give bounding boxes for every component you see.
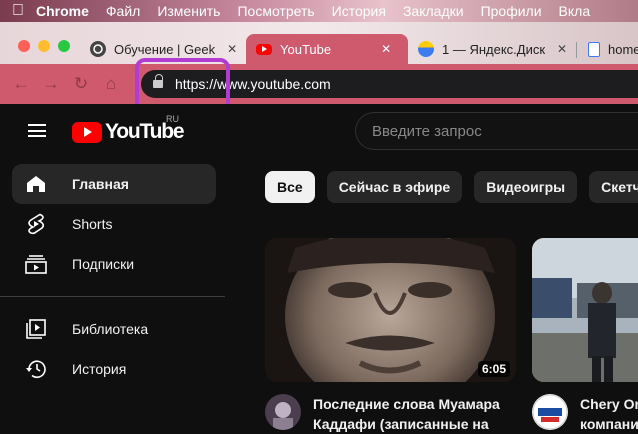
shorts-icon xyxy=(24,212,48,236)
sidebar-item-label: Библиотека xyxy=(72,321,149,337)
chip-live[interactable]: Сейчас в эфире xyxy=(326,171,463,203)
menu-file[interactable]: Файл xyxy=(106,3,140,19)
channel-avatar[interactable] xyxy=(532,394,568,430)
menu-profiles[interactable]: Профили xyxy=(481,3,542,19)
channel-avatar[interactable] xyxy=(265,394,301,430)
sidebar-item-label: История xyxy=(72,361,127,377)
sidebar: Главная Shorts Подписки Библиотека Истор… xyxy=(0,164,225,389)
sidebar-divider xyxy=(0,296,225,297)
close-tab-icon[interactable]: ✕ xyxy=(381,42,391,56)
sidebar-item-home[interactable]: Главная xyxy=(12,164,216,204)
search-input[interactable]: Введите запрос xyxy=(355,112,638,150)
video-thumbnail[interactable] xyxy=(532,238,638,382)
home-icon xyxy=(24,172,48,196)
sidebar-item-label: Подписки xyxy=(72,256,135,272)
tab-youtube[interactable]: YouTube ✕ xyxy=(246,34,408,64)
tab-label: Обучение | Geek xyxy=(114,41,216,57)
macos-menubar:  Chrome Файл Изменить Посмотреть Истори… xyxy=(0,0,638,22)
home-browser-icon[interactable]: ⌂ xyxy=(96,74,126,94)
minimize-window-button[interactable] xyxy=(38,40,50,52)
subscriptions-icon xyxy=(24,252,48,276)
yandex-disk-icon xyxy=(418,41,434,57)
tab-home[interactable]: home xyxy=(578,34,638,64)
tab-strip: Обучение | Geek ✕ YouTube ✕ 1 — Яндекс.Д… xyxy=(0,22,638,64)
reload-icon[interactable]: ↻ xyxy=(66,74,96,94)
country-code: RU xyxy=(166,114,179,124)
close-tab-icon[interactable]: ✕ xyxy=(557,42,567,56)
openai-icon xyxy=(90,41,106,57)
chip-all[interactable]: Все xyxy=(265,171,315,203)
tab-label: YouTube xyxy=(280,41,332,57)
menu-chrome[interactable]: Chrome xyxy=(36,3,89,19)
menu-tabs[interactable]: Вкла xyxy=(559,3,591,19)
maximize-window-button[interactable] xyxy=(58,40,70,52)
apple-icon[interactable]:  xyxy=(0,2,36,20)
tab-yandex-disk[interactable]: 1 — Яндекс.Диск ✕ xyxy=(408,34,576,64)
browser-toolbar: ← → ↻ ⌂ https://www.youtube.com xyxy=(0,64,638,104)
sidebar-item-history[interactable]: История xyxy=(12,349,216,389)
menu-edit[interactable]: Изменить xyxy=(157,3,220,19)
video-title[interactable]: Chery Om компании xyxy=(580,394,638,434)
video-duration: 6:05 xyxy=(477,361,510,377)
youtube-page: YouTube RU Введите запрос Главная Shorts… xyxy=(0,104,638,432)
traffic-lights xyxy=(18,40,70,52)
youtube-play-icon xyxy=(72,121,102,143)
sidebar-item-shorts[interactable]: Shorts xyxy=(12,204,216,244)
sidebar-item-subscriptions[interactable]: Подписки xyxy=(12,244,216,284)
youtube-icon xyxy=(256,43,272,55)
close-window-button[interactable] xyxy=(18,40,30,52)
library-icon xyxy=(24,317,48,341)
youtube-logo[interactable]: YouTube RU xyxy=(72,114,185,144)
tab-label: home xyxy=(608,41,638,57)
chip-bar: Все Сейчас в эфире Видеоигры Скетч-ш xyxy=(265,164,638,210)
sidebar-item-label: Shorts xyxy=(72,216,113,232)
forward-icon[interactable]: → xyxy=(36,74,66,94)
sidebar-item-label: Главная xyxy=(72,176,129,192)
video-title[interactable]: Последние слова Муамара Каддафи (записан… xyxy=(313,394,523,434)
url-host: www.youtube.com xyxy=(217,76,331,92)
chip-gaming[interactable]: Видеоигры xyxy=(474,171,578,203)
close-tab-icon[interactable]: ✕ xyxy=(227,42,237,56)
menu-icon[interactable] xyxy=(28,124,46,137)
menu-view[interactable]: Посмотреть xyxy=(237,3,314,19)
back-icon[interactable]: ← xyxy=(6,74,36,94)
menu-history[interactable]: История xyxy=(332,3,386,19)
sidebar-item-library[interactable]: Библиотека xyxy=(12,309,216,349)
tab-label: 1 — Яндекс.Диск xyxy=(442,41,546,57)
chip-sketch[interactable]: Скетч-ш xyxy=(589,171,638,203)
video-thumbnail[interactable]: 6:05 xyxy=(265,238,516,382)
menu-bookmarks[interactable]: Закладки xyxy=(403,3,464,19)
document-icon xyxy=(588,41,600,57)
history-icon xyxy=(24,357,48,381)
